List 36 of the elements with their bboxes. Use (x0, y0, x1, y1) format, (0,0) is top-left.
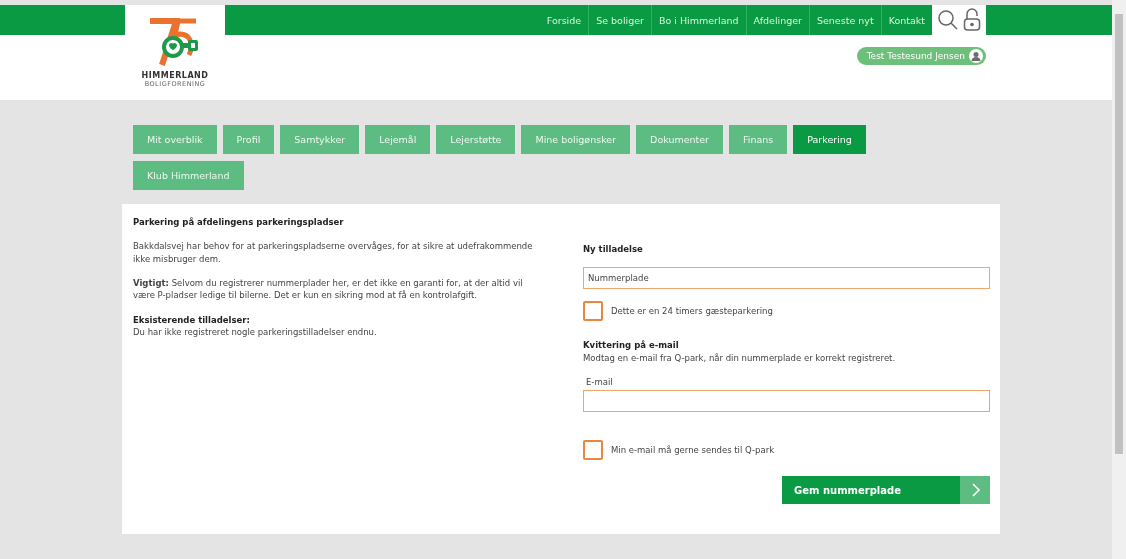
paragraph: Bakkdalsvej har behov for at parkeringspladserne overvåges, for at sikre at udefrakommende ikke misbruger dem. (133, 240, 533, 265)
tab[interactable]: Mit overblik (133, 125, 217, 154)
nav-link[interactable]: Bo i Himmerland (650, 5, 746, 35)
tab[interactable]: Lejerstøtte (436, 125, 516, 154)
paragraph: Du har ikke registreret nogle parkeringstilladelser endnu. (133, 325, 378, 339)
checkbox-label: Dette er en 24 timers gæsteparkering (611, 305, 773, 318)
section-heading: Eksisterende tilladelser: (133, 313, 251, 326)
form-title: Ny tilladelse (583, 243, 644, 256)
scrollbar[interactable] (1112, 0, 1126, 559)
section-heading: Kvittering på e-mail (583, 339, 680, 352)
logo-title: HIMMERLAND (141, 71, 209, 80)
nav-link[interactable]: Seneste nyt (808, 5, 881, 35)
input-field[interactable]: Nummerplade (583, 267, 990, 290)
tab[interactable]: Lejemål (365, 125, 431, 154)
nav-link[interactable]: Afdelinger (745, 5, 809, 35)
checkbox-label: Min e-mail må gerne sendes til Q-park (611, 444, 775, 457)
tab[interactable]: Profil (222, 125, 275, 154)
tab[interactable]: Mine boligønsker (521, 125, 631, 154)
lock-icon[interactable] (963, 8, 981, 32)
nav-link[interactable]: Forside (539, 5, 589, 35)
checkbox[interactable] (583, 301, 603, 322)
input-field[interactable] (583, 390, 990, 413)
tab[interactable]: Finans (729, 125, 788, 154)
user-icon (969, 49, 983, 63)
tab[interactable]: Samtykker (280, 125, 360, 154)
section-title: Parkering på afdelingens parkeringspladser (133, 216, 345, 229)
tab[interactable]: Dokumenter (636, 125, 723, 154)
user-button[interactable]: Test Testesund Jensen (856, 47, 986, 65)
tab[interactable]: Parkering (793, 125, 866, 154)
field-label: E-mail (586, 375, 614, 389)
search-icon[interactable] (937, 9, 959, 31)
paragraph: Vigtigt: Selvom du registrerer nummerplader her, er det ikke en garanti for, at der altid vil være P-pladser ledige til bilerne. Det er kun en sikring mod at få en kontrolafgift. (133, 276, 524, 302)
nav-link[interactable]: Se boliger (588, 5, 651, 35)
checkbox[interactable] (583, 440, 603, 461)
tab[interactable]: Klub Himmerland (133, 161, 244, 190)
paragraph: Modtag en e-mail fra Q-park, når din nummerplade er korrekt registreret. (583, 351, 897, 364)
